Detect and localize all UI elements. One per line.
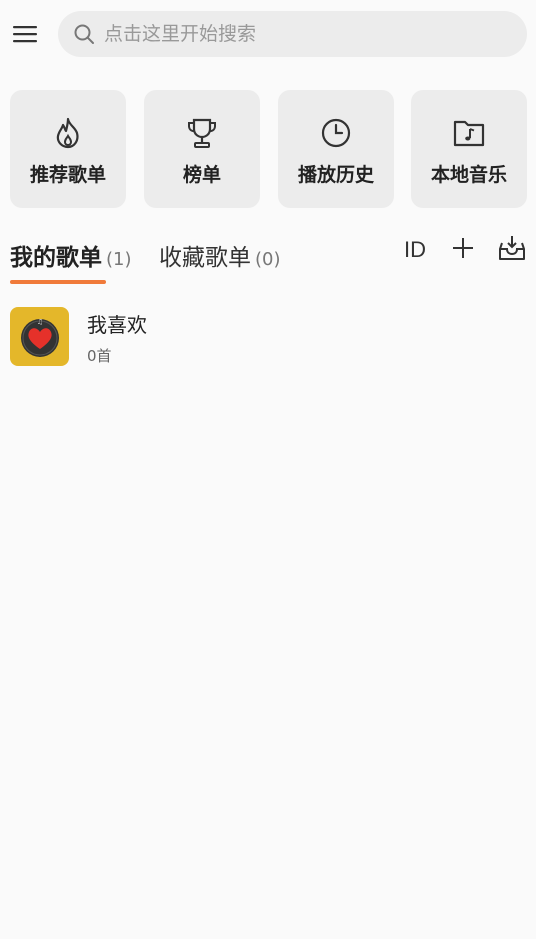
playlist-name: 我喜欢 [87,313,147,337]
tab-label: 收藏歌单 [159,245,251,271]
import-by-id-button[interactable]: ID [398,234,432,266]
quick-play-history[interactable]: 播放历史 [278,90,394,208]
id-label: ID [404,237,426,262]
trophy-icon [186,117,218,149]
import-playlist-button[interactable] [495,234,529,266]
quick-recommended-playlists[interactable]: 推荐歌单 [10,90,126,208]
heart-record-icon: ♫ [20,318,59,357]
top-bar [0,0,536,70]
add-playlist-button[interactable] [446,234,480,266]
quick-label: 推荐歌单 [29,164,106,186]
tab-count: (1) [106,249,132,270]
svg-text:♫: ♫ [36,318,42,326]
quick-label: 本地音乐 [430,164,507,186]
plus-icon [451,236,475,264]
playlist-item[interactable]: ♫ 我喜欢 0首 [10,307,526,367]
search-bar[interactable] [58,11,527,57]
tab-label: 我的歌单 [10,245,102,271]
playlist-cover: ♫ [10,307,69,366]
tab-my-playlists[interactable]: 我的歌单 (1) [10,238,132,272]
quick-charts[interactable]: 榜单 [144,90,260,208]
search-input[interactable] [104,23,504,45]
inbox-download-icon [498,235,526,265]
menu-icon[interactable] [10,19,40,49]
quick-label: 榜单 [182,164,221,186]
search-icon [73,23,95,45]
music-folder-icon [453,117,485,149]
playlist-song-count: 0首 [87,347,112,365]
active-tab-indicator [10,280,106,284]
flame-icon [52,117,84,149]
clock-icon [320,117,352,149]
quick-label: 播放历史 [297,164,374,186]
tab-collected-playlists[interactable]: 收藏歌单 (0) [159,238,281,272]
quick-local-music[interactable]: 本地音乐 [411,90,527,208]
tab-count: (0) [255,249,281,270]
